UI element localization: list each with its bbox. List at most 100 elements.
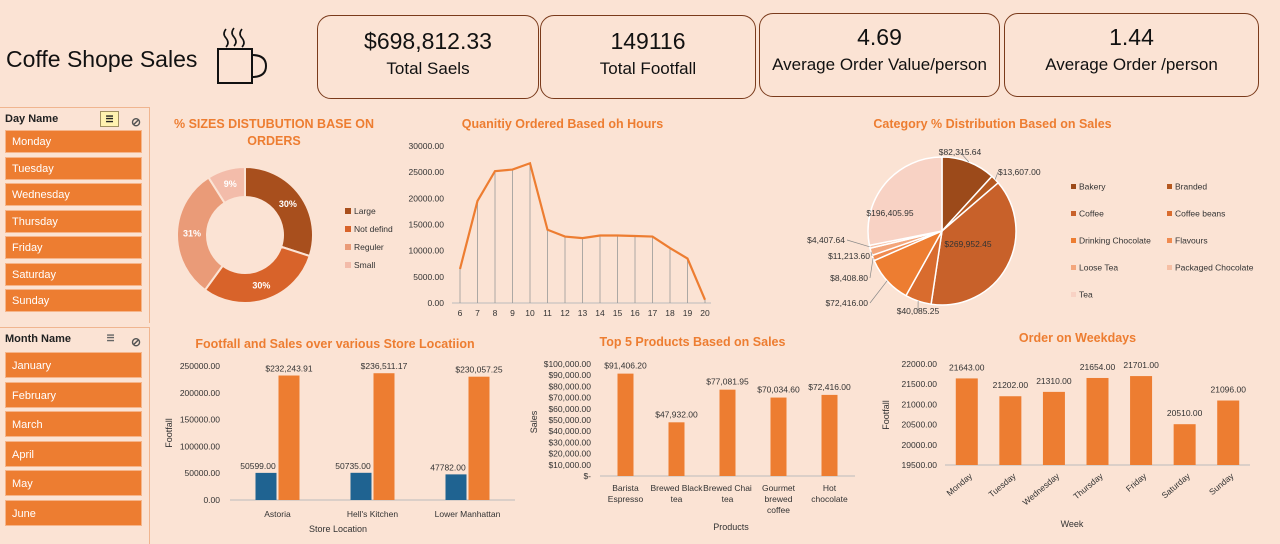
bar	[1043, 392, 1065, 465]
coffee-cup-icon	[212, 24, 272, 88]
y-tick-label: 22000.00	[902, 359, 938, 369]
legend-label: Drinking Chocolate	[1079, 236, 1151, 246]
y-tick-label: 19500.00	[902, 460, 938, 470]
legend-label: Loose Tea	[1079, 263, 1118, 273]
y-tick-label: $10,000.00	[548, 460, 591, 470]
multi-select-icon[interactable]: ☰	[100, 111, 119, 127]
y-tick-label: 20500.00	[902, 420, 938, 430]
bar	[469, 377, 490, 500]
day-slicer: Day Name ☰ ⊘ Monday Tuesday Wednesday Thurs…	[0, 107, 150, 323]
y-tick-label: 15000.00	[409, 220, 445, 230]
legend-swatch	[345, 262, 351, 268]
y-tick-label: 0.00	[427, 298, 444, 308]
pie-data-label: $8,408.80	[830, 273, 868, 283]
legend-swatch	[1167, 211, 1172, 216]
clear-filter-icon[interactable]: ⊘	[131, 331, 141, 353]
y-tick-label: 50000.00	[185, 468, 221, 478]
month-slicer-item-may[interactable]: May	[5, 470, 142, 496]
donut-data-label: 30%	[279, 199, 297, 209]
day-slicer-item-wednesday[interactable]: Wednesday	[5, 183, 142, 206]
chart-title-products: Top 5 Products Based on Sales	[565, 335, 820, 349]
y-tick-label: 30000.00	[409, 141, 445, 151]
pie-data-label: $72,416.00	[825, 298, 868, 308]
y-tick-label: 25000.00	[409, 167, 445, 177]
month-slicer-item-february[interactable]: February	[5, 382, 142, 408]
weekdays-bar-chart: 19500.00 20000.00 20500.00 21000.00 21500.00…	[875, 345, 1270, 540]
y-tick-label: 250000.00	[180, 361, 220, 371]
y-tick-label: $50,000.00	[548, 415, 591, 425]
legend-label: Reguler	[354, 242, 384, 252]
legend-label: Flavours	[1175, 236, 1208, 246]
y-tick-label: 200000.00	[180, 388, 220, 398]
clear-filter-icon[interactable]: ⊘	[131, 111, 141, 133]
legend-swatch	[1167, 238, 1172, 243]
kpi-value: 1.44	[1005, 24, 1258, 51]
day-slicer-item-friday[interactable]: Friday	[5, 236, 142, 259]
chart-title-stores: Footfall and Sales over various Store Lo…	[180, 337, 490, 351]
pie-data-label: $196,405.95	[866, 208, 914, 218]
y-tick-label: $60,000.00	[548, 404, 591, 414]
multi-select-icon[interactable]: ☰	[102, 331, 119, 345]
x-tick-label: coffee	[767, 505, 790, 515]
y-tick-label: $30,000.00	[548, 437, 591, 447]
x-tick-label: Hell's Kitchen	[347, 509, 399, 519]
donut-data-label: 31%	[183, 228, 201, 238]
day-slicer-item-saturday[interactable]: Saturday	[5, 263, 142, 286]
legend-swatch	[1167, 184, 1172, 189]
bar	[1174, 424, 1196, 465]
y-axis-title: Footfall	[164, 418, 174, 448]
day-slicer-item-thursday[interactable]: Thursday	[5, 210, 142, 233]
bar-data-label: 50599.00	[240, 461, 276, 471]
bar	[279, 376, 300, 500]
dashboard-title: Coffe Shope Sales	[6, 46, 197, 73]
slicer-title: Day Name	[5, 113, 58, 125]
legend-swatch	[1071, 265, 1076, 270]
y-tick-label: 10000.00	[409, 246, 445, 256]
legend-label: Coffee	[1079, 209, 1104, 219]
kpi-total-footfall: 149116 Total Footfall	[540, 15, 756, 99]
y-tick-label: 20000.00	[409, 193, 445, 203]
legend-label: Small	[354, 260, 375, 270]
month-slicer-item-march[interactable]: March	[5, 411, 142, 437]
day-slicer-item-monday[interactable]: Monday	[5, 130, 142, 153]
day-slicer-item-sunday[interactable]: Sunday	[5, 289, 142, 312]
donut-data-label: 30%	[252, 280, 270, 290]
y-tick-label: 150000.00	[180, 415, 220, 425]
x-tick-label: 9	[510, 308, 515, 318]
bar	[771, 398, 787, 476]
x-tick-label: 8	[493, 308, 498, 318]
y-tick-label: 20000.00	[902, 440, 938, 450]
x-tick-label: Lower Manhattan	[435, 509, 501, 519]
legend-swatch	[345, 226, 351, 232]
bar	[256, 473, 277, 500]
x-tick-label: Brewed Chai	[703, 483, 752, 493]
sizes-donut-chart: 30%30%31%9%LargeNot defindRegulerSmall	[165, 155, 410, 330]
legend-swatch	[345, 244, 351, 250]
kpi-value: 4.69	[760, 24, 999, 51]
pie-data-label: $13,607.00	[998, 167, 1041, 177]
month-slicer-item-april[interactable]: April	[5, 441, 142, 467]
y-tick-label: 0.00	[203, 495, 220, 505]
month-slicer-item-january[interactable]: January	[5, 352, 142, 378]
y-tick-label: 21000.00	[902, 399, 938, 409]
kpi-total-sales: $698,812.33 Total Saels	[317, 15, 539, 99]
bar-data-label: 21202.00	[993, 380, 1029, 390]
bar-data-label: $47,932.00	[655, 409, 698, 419]
x-tick-label: 10	[525, 308, 535, 318]
bar-data-label: 50735.00	[335, 461, 371, 471]
y-tick-label: 21500.00	[902, 379, 938, 389]
y-axis-title: Footfall	[881, 400, 891, 430]
donut-slice	[205, 247, 310, 303]
bar-data-label: $232,243.91	[265, 364, 313, 374]
x-tick-label: tea	[722, 494, 734, 504]
month-slicer-item-june[interactable]: June	[5, 500, 142, 526]
legend-swatch	[1071, 211, 1076, 216]
legend-label: Bakery	[1079, 182, 1106, 192]
day-slicer-item-tuesday[interactable]: Tuesday	[5, 157, 142, 180]
bar	[1087, 378, 1109, 465]
bar-data-label: $72,416.00	[808, 382, 851, 392]
x-tick-label: Friday	[1124, 470, 1149, 493]
donut-data-label: 9%	[224, 179, 237, 189]
month-slicer: Month Name ☰ ⊘ JanuaryFebruaryMarchApril…	[0, 327, 150, 544]
kpi-value: 149116	[541, 28, 755, 55]
